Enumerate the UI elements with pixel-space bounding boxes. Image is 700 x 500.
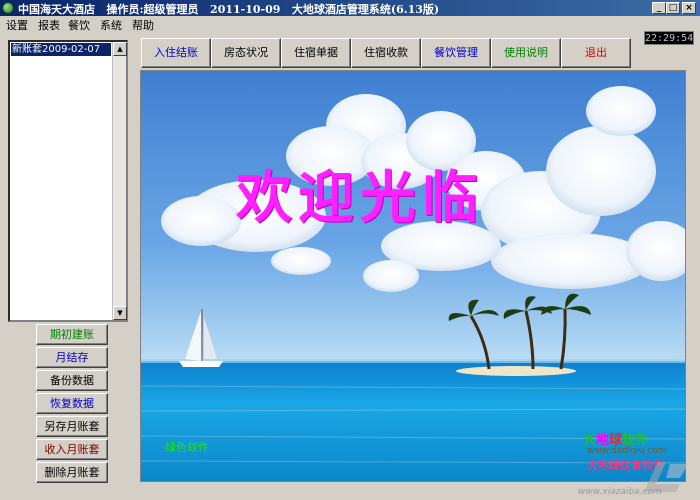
welcome-banner: 欢迎光临 绿色软件 大地球软件 www.dadiqiu.com 大地球饮食软件 — [140, 70, 686, 482]
account-list-item[interactable]: 新账套2009-02-07 — [11, 43, 111, 56]
backup-data-button[interactable]: 备份数据 — [36, 370, 108, 391]
scroll-up-icon[interactable]: ▲ — [113, 42, 127, 56]
account-list-scrollbar[interactable]: ▲ ▼ — [112, 42, 127, 320]
app-window: 中国海天大酒店 操作员:超级管理员 2011-10-09 大地球酒店管理系统(6… — [0, 0, 700, 500]
globe-icon — [2, 2, 14, 14]
account-list[interactable]: 新账套2009-02-07 ▲ ▼ — [8, 40, 128, 322]
watermark-url: www.xiazaiba.com — [578, 487, 662, 497]
delete-month-set-button[interactable]: 删除月账套 — [36, 462, 108, 483]
scroll-down-icon[interactable]: ▼ — [113, 306, 127, 320]
room-status-button[interactable]: 房态状况 — [211, 38, 281, 68]
seascape-image — [141, 71, 685, 481]
window-title: 中国海天大酒店 操作员:超级管理员 2011-10-09 大地球酒店管理系统(6… — [18, 3, 440, 16]
month-close-button[interactable]: 月结存 — [36, 347, 108, 368]
clock-display: 22:29:54 — [644, 31, 694, 45]
menu-system[interactable]: 系统 — [100, 17, 122, 33]
close-icon[interactable]: × — [682, 2, 696, 14]
minimize-icon[interactable]: _ — [652, 2, 666, 14]
menu-settings[interactable]: 设置 — [6, 17, 28, 33]
restore-data-button[interactable]: 恢复数据 — [36, 393, 108, 414]
menu-bar: 设置 报表 餐饮 系统 帮助 — [0, 16, 700, 33]
menu-dining[interactable]: 餐饮 — [68, 17, 90, 33]
lodging-payments-button[interactable]: 住宿收款 — [351, 38, 421, 68]
dining-management-button[interactable]: 餐饮管理 — [421, 38, 491, 68]
maximize-icon[interactable]: □ — [666, 2, 680, 14]
green-software-label: 绿色软件 — [165, 441, 209, 454]
save-month-set-button[interactable]: 另存月账套 — [36, 416, 108, 437]
welcome-title: 欢迎光临 — [236, 165, 484, 231]
title-bar[interactable]: 中国海天大酒店 操作员:超级管理员 2011-10-09 大地球酒店管理系统(6… — [0, 0, 700, 16]
exit-button[interactable]: 退出 — [561, 38, 631, 68]
brand-url: www.dadiqiu.com — [587, 446, 667, 456]
user-guide-button[interactable]: 使用说明 — [491, 38, 561, 68]
lodging-receipts-button[interactable]: 住宿单据 — [281, 38, 351, 68]
menu-reports[interactable]: 报表 — [38, 17, 60, 33]
checkin-checkout-button[interactable]: 入住结账 — [141, 38, 211, 68]
menu-help[interactable]: 帮助 — [132, 17, 154, 33]
import-month-set-button[interactable]: 收入月账套 — [36, 439, 108, 460]
initial-setup-button[interactable]: 期初建账 — [36, 324, 108, 345]
